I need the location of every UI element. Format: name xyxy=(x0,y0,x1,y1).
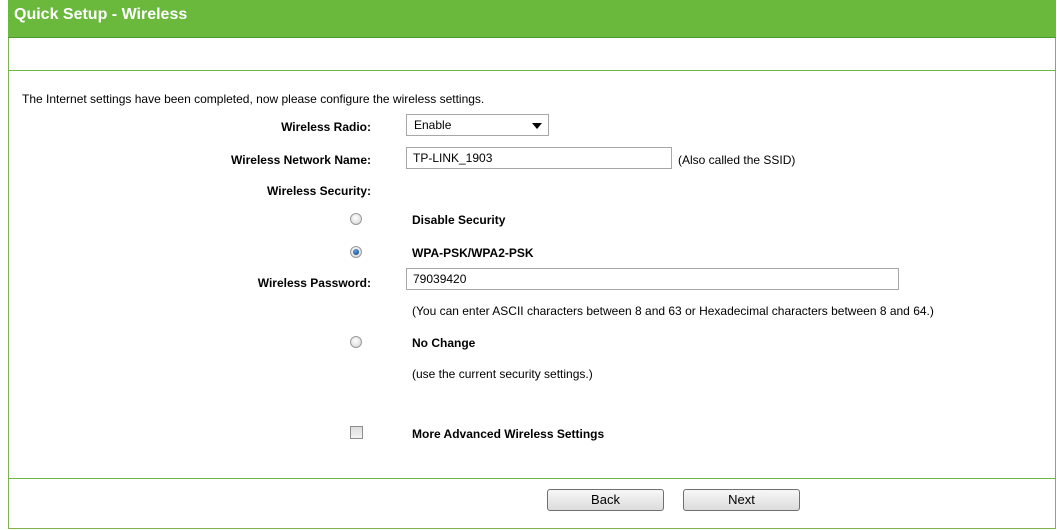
radio-wpa-psk[interactable] xyxy=(350,246,362,258)
ssid-note: (Also called the SSID) xyxy=(678,153,796,167)
panel-frame xyxy=(8,0,1056,529)
wireless-security-label: Wireless Security: xyxy=(267,184,371,198)
intro-text: The Internet settings have been complete… xyxy=(22,92,485,106)
no-change-note: (use the current security settings.) xyxy=(412,367,593,381)
title-bar: Quick Setup - Wireless xyxy=(8,0,1056,38)
radio-no-change[interactable] xyxy=(350,336,362,348)
password-note: (You can enter ASCII characters between … xyxy=(412,304,934,318)
wireless-radio-value: Enable xyxy=(414,118,452,132)
dropdown-arrow-icon xyxy=(532,123,542,129)
top-divider xyxy=(8,70,1056,71)
wireless-radio-select[interactable]: Enable xyxy=(406,114,549,136)
wireless-radio-label: Wireless Radio: xyxy=(281,120,371,134)
advanced-settings-label: More Advanced Wireless Settings xyxy=(412,427,605,441)
page-title: Quick Setup - Wireless xyxy=(14,6,188,23)
network-name-input[interactable] xyxy=(406,147,672,169)
next-button[interactable]: Next xyxy=(683,489,800,511)
wireless-password-label: Wireless Password: xyxy=(257,276,371,290)
disable-security-label: Disable Security xyxy=(412,213,506,227)
advanced-settings-checkbox[interactable] xyxy=(350,426,363,439)
no-change-label: No Change xyxy=(412,336,476,350)
bottom-divider xyxy=(8,478,1056,479)
wireless-password-input[interactable] xyxy=(406,268,899,290)
network-name-label: Wireless Network Name: xyxy=(231,153,371,167)
wpa-psk-label: WPA-PSK/WPA2-PSK xyxy=(412,246,534,260)
radio-disable-security[interactable] xyxy=(350,213,362,225)
back-button[interactable]: Back xyxy=(547,489,664,511)
